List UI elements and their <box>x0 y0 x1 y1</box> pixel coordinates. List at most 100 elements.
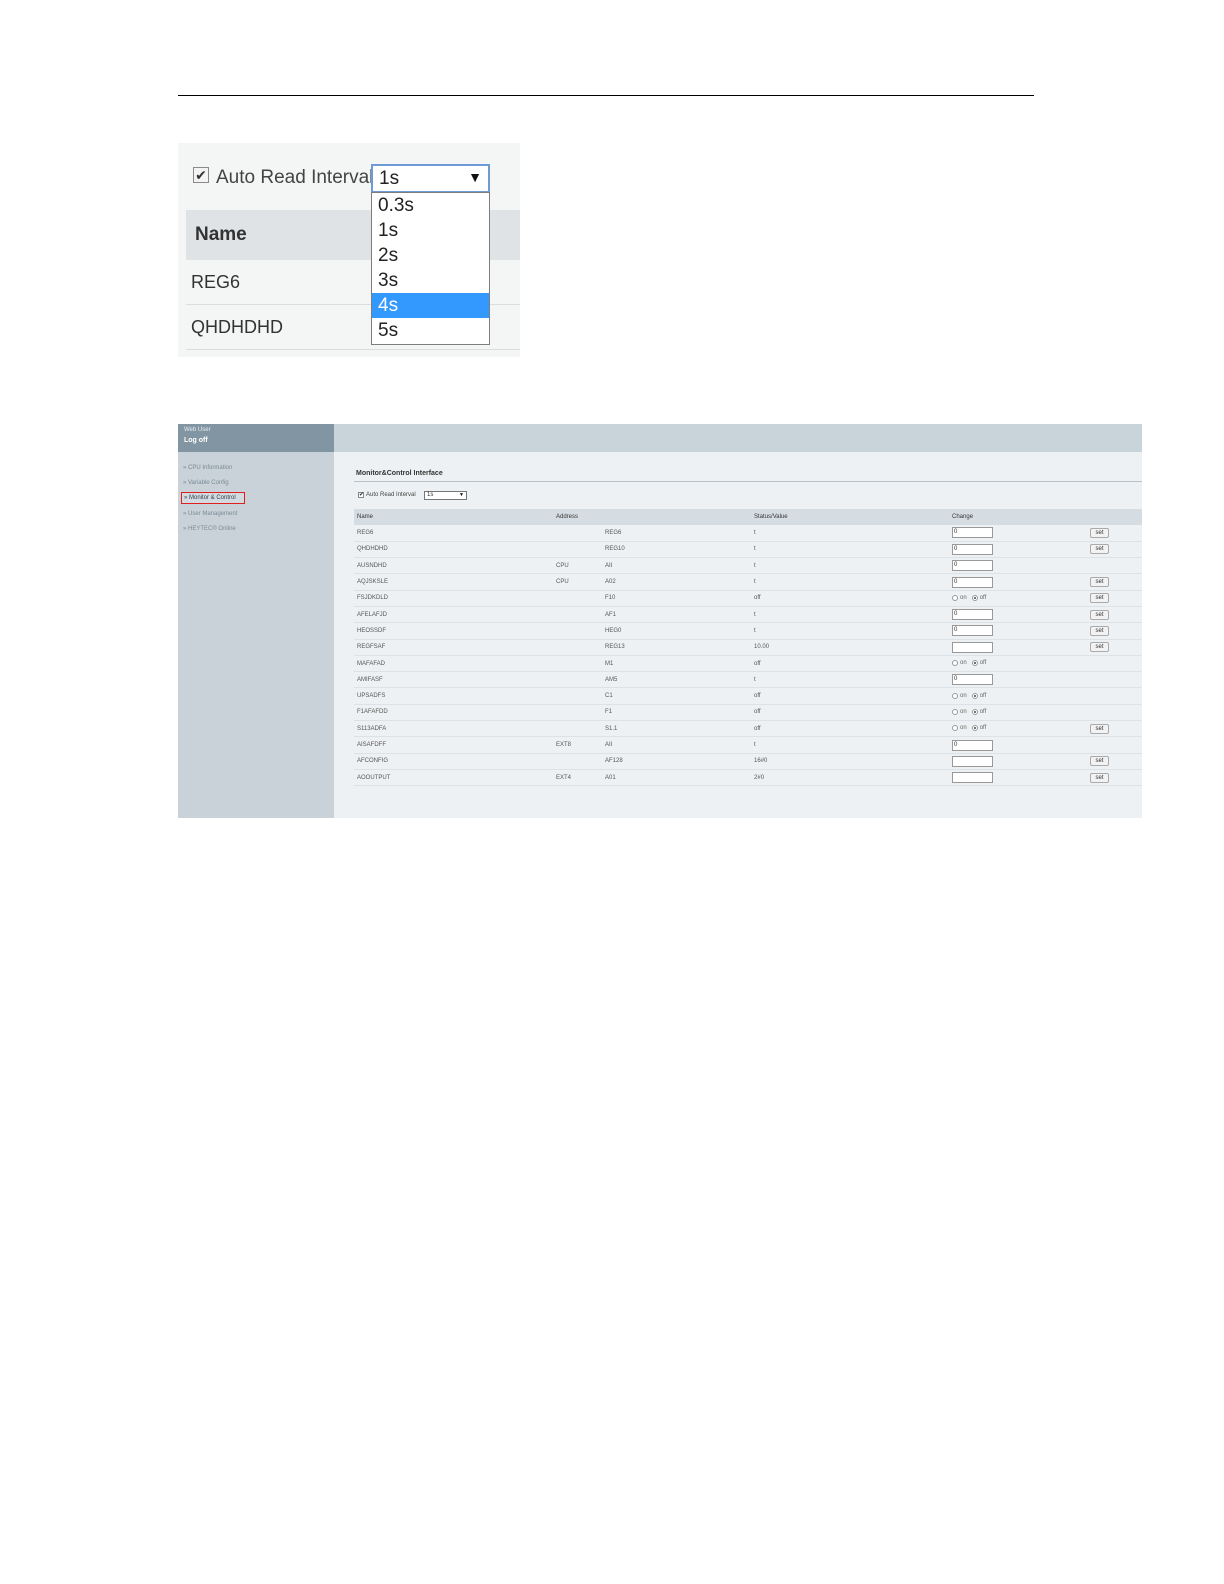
row-name: AQJSKSLE <box>354 573 553 591</box>
change-input[interactable] <box>952 641 994 653</box>
change-input[interactable]: 0 <box>952 560 994 572</box>
set-button[interactable]: set <box>1090 772 1110 783</box>
on-label: on <box>960 725 967 732</box>
interval-select[interactable]: 1s ▼ <box>424 491 467 500</box>
set-button[interactable]: set <box>1090 642 1110 653</box>
table-row: AQJSKSLE CPU A02 t 0 set <box>354 573 1142 591</box>
row-address-module <box>553 753 602 770</box>
on-label: on <box>960 692 967 699</box>
row-action: set <box>1087 753 1142 770</box>
sidebar-item[interactable]: » Variable Config <box>183 480 229 486</box>
row-address-module <box>553 720 602 738</box>
change-input[interactable]: 0 <box>952 739 994 751</box>
user-name: Web User <box>184 427 211 433</box>
interval-option[interactable]: 1s <box>372 218 489 243</box>
row-action <box>1087 671 1142 689</box>
sidebar-item[interactable]: » HEYTEC® Online <box>183 526 236 532</box>
off-radio[interactable] <box>971 725 978 732</box>
sidebar-item[interactable]: » CPU Information <box>183 465 232 471</box>
row-address-module: EXT4 <box>553 769 602 787</box>
row-value: off <box>751 704 950 722</box>
table-header-row: Name Address Status/Value Change <box>354 509 1142 525</box>
change-input[interactable]: 0 <box>952 543 994 555</box>
row-action <box>1087 655 1142 673</box>
row-name: HEOSSDF <box>354 622 553 640</box>
off-radio[interactable] <box>971 692 978 699</box>
set-button[interactable]: set <box>1090 593 1110 604</box>
row-address-module: EXT8 <box>553 736 602 754</box>
change-input[interactable] <box>952 755 994 767</box>
auto-read-label: Auto Read Interval <box>366 492 416 498</box>
change-input[interactable]: 0 <box>952 625 994 637</box>
row-name: FSJDKDLD <box>354 590 553 607</box>
on-radio[interactable] <box>952 725 959 732</box>
row-change: on off <box>949 704 1088 722</box>
row-name: MAFAFAD <box>354 655 553 673</box>
row-action: set <box>1087 590 1142 607</box>
on-radio[interactable] <box>952 692 959 699</box>
row-value: t <box>751 671 950 689</box>
row-change: 0 <box>949 671 1088 689</box>
monitor-control-screenshot: Web User Log off » CPU Information » Vari… <box>178 424 1142 818</box>
on-radio[interactable] <box>952 660 959 667</box>
row-address: AF1 <box>602 606 752 624</box>
interval-option[interactable]: 0.3s <box>372 193 489 218</box>
on-label: on <box>960 709 967 716</box>
set-button[interactable]: set <box>1090 756 1110 767</box>
row-value: 10.00 <box>751 639 950 656</box>
row-action: set <box>1087 639 1142 656</box>
row-address-module <box>553 655 602 673</box>
on-label: on <box>960 595 967 602</box>
row-change: 0 <box>949 573 1088 591</box>
row-action: set <box>1087 769 1142 787</box>
set-button[interactable]: set <box>1090 625 1110 636</box>
row-change: 0 <box>949 525 1088 542</box>
row-address: A01 <box>602 769 752 787</box>
row-address-module <box>553 525 602 542</box>
interval-select[interactable]: 1s ▼ <box>371 164 490 193</box>
auto-read-checkbox[interactable]: ✔ <box>358 492 364 498</box>
row-value: off <box>751 687 950 705</box>
set-button[interactable]: set <box>1090 577 1110 588</box>
change-input[interactable]: 0 <box>952 609 994 621</box>
change-input[interactable] <box>952 772 994 784</box>
table-row: REGFSAF REG13 10.00 set <box>354 639 1142 656</box>
table-row: AFELAFJD AF1 t 0 set <box>354 606 1142 624</box>
row-value: t <box>751 622 950 640</box>
variables-table: Name Address Status/Value Change REG6 REG… <box>354 509 1142 787</box>
row-name: AFELAFJD <box>354 606 553 624</box>
interval-option[interactable]: 5s <box>372 318 489 343</box>
table-row: F1AFAFDD F1 off on off <box>354 704 1142 722</box>
row-value: t <box>751 557 950 575</box>
interval-option[interactable]: 4s <box>372 293 489 318</box>
row-address-module <box>553 622 602 640</box>
set-button[interactable]: set <box>1090 544 1110 555</box>
change-input[interactable]: 0 <box>952 674 994 686</box>
auto-read-checkbox[interactable]: ✔ <box>193 167 209 183</box>
interval-option[interactable]: 3s <box>372 268 489 293</box>
interval-options-list: 0.3s 1s 2s 3s 4s 5s <box>371 192 490 345</box>
off-radio[interactable] <box>971 660 978 667</box>
row-name: REG6 <box>354 525 553 542</box>
table-row: AFCONFIG AF128 16#0 set <box>354 753 1142 770</box>
sidebar-item[interactable]: » User Management <box>183 511 237 517</box>
interval-select-value: 1s <box>427 492 434 498</box>
row-address-module <box>553 606 602 624</box>
row-change: 0 <box>949 557 1088 575</box>
sidebar-item[interactable]: » Monitor & Control <box>181 492 245 504</box>
off-radio[interactable] <box>971 595 978 602</box>
on-radio[interactable] <box>952 595 959 602</box>
logoff-link[interactable]: Log off <box>184 437 208 444</box>
set-button[interactable]: set <box>1090 609 1110 620</box>
change-input[interactable]: 0 <box>952 527 994 539</box>
set-button[interactable]: set <box>1090 723 1110 734</box>
row-action: set <box>1087 525 1142 542</box>
off-radio[interactable] <box>971 709 978 716</box>
row-value: t <box>751 525 950 542</box>
status-column-header: Status/Value <box>751 509 950 525</box>
interval-option[interactable]: 2s <box>372 243 489 268</box>
set-button[interactable]: set <box>1090 527 1110 538</box>
change-input[interactable]: 0 <box>952 576 994 588</box>
row-change: on off <box>949 687 1088 705</box>
on-radio[interactable] <box>952 709 959 716</box>
